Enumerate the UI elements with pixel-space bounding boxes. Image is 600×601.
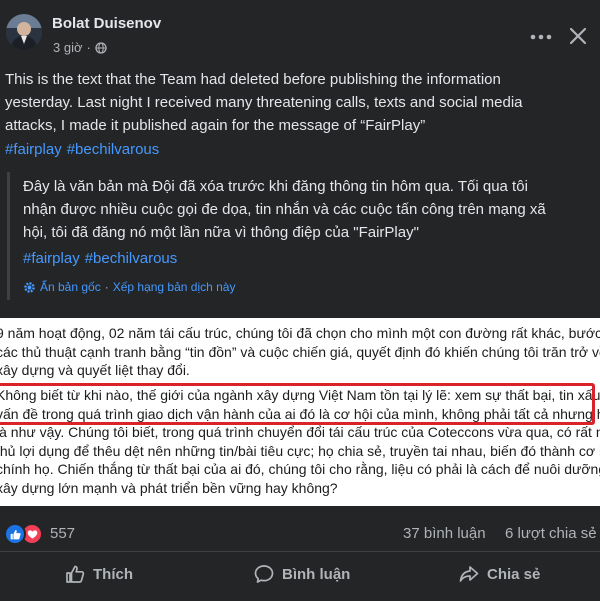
share-arrow-icon bbox=[459, 566, 479, 582]
article-line: thủ lợi dụng để thêu dệt nên những tin/b… bbox=[0, 442, 600, 459]
article-line: chính họ. Chiến thắng từ thất bại của ai… bbox=[0, 461, 600, 477]
translated-line: hội, tôi đã đăng nó một lần nữa vì thông… bbox=[23, 224, 419, 241]
post-header: Bolat Duisenov 3 giờ · bbox=[0, 0, 600, 62]
post-meta: 3 giờ · bbox=[53, 40, 107, 55]
more-options-button[interactable] bbox=[527, 25, 555, 49]
hashtag-link[interactable]: #bechilvarous bbox=[67, 141, 160, 158]
shares-count[interactable]: 6 lượt chia sẻ bbox=[505, 525, 597, 542]
article-line: 9 năm hoạt động, 02 năm tái cấu trúc, ch… bbox=[0, 325, 600, 341]
rate-translation-link[interactable]: Xếp hạng bản dịch này bbox=[113, 280, 236, 294]
translation-block: Đây là văn bản mà Đội đã xóa trước khi đ… bbox=[7, 172, 596, 300]
reaction-count[interactable]: 557 bbox=[50, 525, 75, 542]
more-dots-icon bbox=[530, 34, 552, 40]
translation-actions: Ẩn bản gốc · Xếp hạng bản dịch này bbox=[23, 280, 235, 294]
like-reaction-icon bbox=[4, 523, 26, 545]
comment-button[interactable]: Bình luận bbox=[254, 564, 350, 584]
author-name[interactable]: Bolat Duisenov bbox=[52, 15, 161, 32]
translated-hashtags: #fairplay #bechilvarous bbox=[23, 250, 182, 267]
post-text-line: This is the text that the Team had delet… bbox=[5, 71, 501, 88]
post-action-bar: Thích Bình luận Chia sẻ bbox=[0, 551, 600, 601]
post-hashtags: #fairplay #bechilvarous bbox=[5, 141, 164, 158]
hashtag-link[interactable]: #bechilvarous bbox=[85, 250, 178, 267]
thumbs-up-icon bbox=[66, 565, 85, 583]
reaction-icons[interactable] bbox=[4, 523, 43, 545]
separator-dot: · bbox=[104, 280, 109, 294]
translated-line: Đây là văn bản mà Đội đã xóa trước khi đ… bbox=[23, 178, 528, 195]
red-highlight-box bbox=[0, 383, 595, 425]
close-button[interactable] bbox=[565, 23, 591, 49]
hashtag-link[interactable]: #fairplay bbox=[5, 141, 62, 158]
post-body: This is the text that the Team had delet… bbox=[5, 68, 590, 137]
profile-photo-icon bbox=[6, 14, 42, 50]
article-paragraph: 9 năm hoạt động, 02 năm tái cấu trúc, ch… bbox=[0, 324, 600, 380]
article-line: xây dựng lớn mạnh và phát triển bền vững… bbox=[0, 479, 338, 496]
article-line: xây dựng và quyết liệt thay đổi. bbox=[0, 362, 190, 378]
translated-text: Đây là văn bản mà Đội đã xóa trước khi đ… bbox=[23, 175, 583, 244]
comment-bubble-icon bbox=[254, 565, 274, 583]
like-label: Thích bbox=[93, 565, 133, 583]
public-globe-icon[interactable] bbox=[95, 41, 107, 54]
post-time[interactable]: 3 giờ bbox=[53, 40, 83, 55]
article-line: là như vậy. Chúng tôi biết, trong quá tr… bbox=[0, 424, 600, 440]
avatar[interactable] bbox=[6, 14, 42, 50]
share-label: Chia sẻ bbox=[487, 565, 541, 583]
attached-article-image[interactable]: 9 năm hoạt động, 02 năm tái cấu trúc, ch… bbox=[0, 318, 600, 506]
article-line: các thủ thuật cạnh tranh bằng “tin đồn” … bbox=[0, 343, 600, 360]
comments-count[interactable]: 37 bình luận bbox=[403, 525, 486, 542]
close-icon bbox=[569, 27, 587, 45]
post-text-line: attacks, I made it published again for t… bbox=[5, 117, 426, 134]
share-button[interactable]: Chia sẻ bbox=[459, 564, 540, 584]
post-text-line: yesterday. Last night I received many th… bbox=[5, 94, 523, 111]
gear-icon[interactable] bbox=[23, 281, 36, 294]
translated-line: nhận được nhiều cuộc gọi đe dọa, tin nhắ… bbox=[23, 201, 546, 218]
hashtag-link[interactable]: #fairplay bbox=[23, 250, 80, 267]
comment-label: Bình luận bbox=[282, 565, 351, 583]
hide-original-link[interactable]: Ẩn bản gốc bbox=[40, 280, 101, 294]
like-button[interactable]: Thích bbox=[65, 564, 133, 584]
